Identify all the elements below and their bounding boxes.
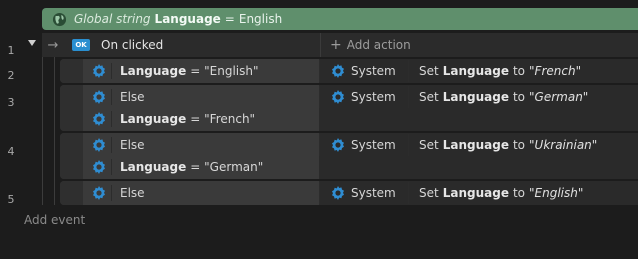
action-prefix: Set [419,90,439,104]
system-gear-icon [93,64,105,78]
action-prefix: Set [419,64,439,78]
sub-event-margin [60,85,83,131]
condition-row[interactable]: Language = "English" [83,60,319,82]
action-prefix: Set [419,138,439,152]
sub-event-margin [60,181,83,205]
condition-op: = [190,160,201,174]
condition-op: = [190,112,201,126]
subevent-tree-line [54,57,55,205]
condition-row-else[interactable]: Else [83,134,319,156]
global-var-equals: = [224,12,235,26]
system-gear-icon [93,90,105,104]
sub-event-margin [60,133,83,179]
add-action-label: Add action [346,38,411,52]
action-value: "Ukrainian" [529,138,598,152]
add-action-button[interactable]: + Add action [320,33,638,57]
condition-value: "German" [204,160,264,174]
condition-row[interactable]: Language = "French" [83,108,319,130]
action-to: to [512,64,526,78]
condition-op: = [190,64,201,78]
event-tree-line [42,57,43,205]
plus-icon: + [330,37,342,53]
sub-event-2[interactable]: Language = "English" System Set Language to… [60,59,638,83]
action-to: to [512,186,526,200]
system-gear-icon [332,138,344,152]
event-number-2: 2 [7,69,15,82]
action-object-label: System [351,64,396,78]
action-object-label: System [351,186,396,200]
action-prefix: Set [419,186,439,200]
event-header-row[interactable]: → OK On clicked + Add action [42,33,638,57]
condition-var-name: Language [120,64,187,78]
condition-row[interactable]: Language = "German" [83,156,319,178]
else-label: Else [120,186,145,200]
action-value: "English" [529,186,584,200]
action-to: to [512,90,526,104]
trigger-arrow-icon: → [47,37,59,53]
condition-text: Language = "German" [120,160,263,174]
condition-text: Language = "English" [120,64,259,78]
action-text[interactable]: Set Language to "German" [408,86,638,108]
event-number-5: 5 [7,193,15,206]
condition-var-name: Language [120,160,187,174]
global-var-value: English [238,12,283,26]
else-label: Else [120,90,145,104]
condition-text: Language = "French" [120,112,255,126]
system-gear-icon [93,160,105,174]
system-gear-icon [332,186,344,200]
action-object[interactable]: System [319,60,419,82]
action-object[interactable]: System [319,134,419,156]
event-number-3: 3 [7,96,15,109]
action-text[interactable]: Set Language to "English" [408,182,638,204]
button-trigger-icon: OK [72,39,90,51]
sub-event-4[interactable]: Else Language = "German" System Set Langua… [60,133,638,179]
sub-event-3[interactable]: Else Language = "French" System Set Langua… [60,85,638,131]
action-value: "French" [529,64,582,78]
action-value: "German" [529,90,589,104]
action-var: Language [442,64,509,78]
action-text[interactable]: Set Language to "Ukrainian" [408,134,638,156]
system-gear-icon [93,186,105,200]
event-number-1: 1 [7,44,15,57]
action-object-label: System [351,90,396,104]
event-number-4: 4 [7,145,15,158]
global-var-name: Language [154,12,221,26]
else-label: Else [120,138,145,152]
globe-icon [52,12,67,26]
sub-event-margin [60,59,83,83]
condition-row-else[interactable]: Else [83,86,319,108]
action-var: Language [442,186,509,200]
global-var-prefix: Global string [74,12,151,26]
sub-event-5[interactable]: Else System Set Language to "English" [60,181,638,205]
action-to: to [512,138,526,152]
system-gear-icon [93,112,105,126]
action-object[interactable]: System [319,86,419,108]
condition-value: "French" [204,112,256,126]
condition-var-name: Language [120,112,187,126]
collapse-toggle-icon[interactable] [27,37,37,47]
action-var: Language [442,138,509,152]
system-gear-icon [332,64,344,78]
action-text[interactable]: Set Language to "French" [408,60,638,82]
global-variable-bar[interactable]: Global string Language = English [42,8,638,30]
system-gear-icon [332,90,344,104]
action-object-label: System [351,138,396,152]
action-var: Language [442,90,509,104]
condition-row-else[interactable]: Else [83,182,319,204]
condition-value: "English" [204,64,259,78]
system-gear-icon [93,138,105,152]
add-event-button[interactable]: Add event [24,213,85,227]
trigger-condition[interactable]: On clicked [101,38,320,52]
action-object[interactable]: System [319,182,419,204]
